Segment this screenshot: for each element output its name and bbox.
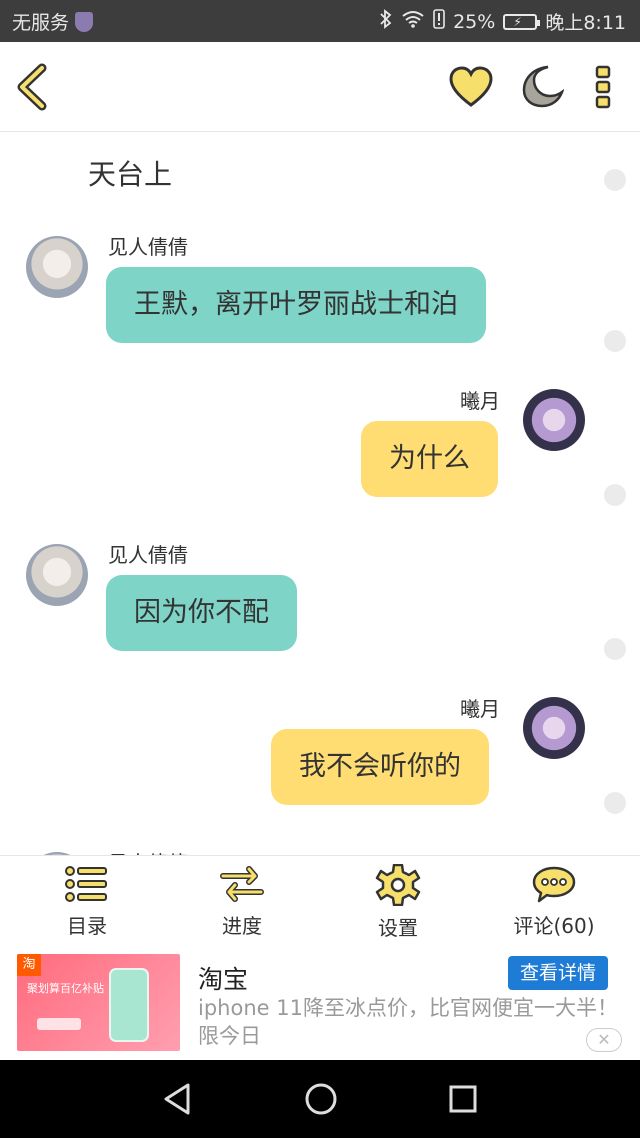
ad-description: iphone 11降至冰点价，比官网便宜一大半！限今日: [198, 996, 618, 1048]
speaker-name: 曦月: [460, 697, 500, 721]
avatar[interactable]: [523, 697, 585, 759]
nav-label: 评论(60): [513, 914, 595, 938]
clock: 晚上8:11: [545, 12, 626, 34]
battery-percent: 25%: [453, 10, 496, 33]
recents-square-icon[interactable]: [448, 1082, 478, 1116]
nav-settings[interactable]: 设置: [338, 864, 458, 941]
back-triangle-icon[interactable]: [162, 1082, 192, 1116]
message-bubble[interactable]: 王默，离开叶罗丽战士和泊: [106, 267, 486, 343]
swap-arrows-icon: [220, 866, 264, 902]
alert-icon: [433, 9, 445, 34]
speaker-name: 见人倩倩: [108, 847, 188, 855]
heart-icon[interactable]: [448, 66, 494, 108]
nav-comments[interactable]: 评论(60): [494, 864, 614, 939]
nav-progress[interactable]: 进度: [182, 864, 302, 939]
speaker-name: 曦月: [460, 389, 500, 413]
list-icon: [65, 866, 107, 902]
status-bar: 无服务 25% ⚡ 晚上8:11: [0, 0, 640, 42]
comment-dot[interactable]: [604, 638, 626, 660]
nav-catalog[interactable]: 目录: [27, 864, 147, 939]
ad-details-button[interactable]: 查看详情: [508, 956, 608, 990]
bottom-nav: 目录 进度 设置 评论(60): [0, 855, 640, 948]
message-bubble[interactable]: 因为你不配: [106, 575, 297, 651]
wifi-icon: [401, 10, 425, 33]
shield-icon: [75, 11, 94, 32]
home-circle-icon[interactable]: [304, 1082, 338, 1116]
ad-banner[interactable]: 淘 聚划算百亿补贴 淘宝 iphone 11降至冰点价，比官网便宜一大半！限今日…: [0, 948, 640, 1060]
phone-image: [109, 968, 149, 1042]
ad-image-text: 聚划算百亿补贴: [27, 982, 104, 995]
ad-image-button: [37, 1018, 81, 1030]
chapter-title: 天台上: [88, 158, 173, 191]
chat-area[interactable]: 天台上 见人倩倩 王默，离开叶罗丽战士和泊 曦月 为什么 见人倩倩 因为你不配 …: [0, 133, 640, 855]
comment-dot[interactable]: [604, 792, 626, 814]
more-icon[interactable]: [594, 64, 614, 110]
ad-close-button[interactable]: ✕: [586, 1028, 622, 1052]
moon-icon[interactable]: [520, 64, 565, 108]
comment-dot[interactable]: [604, 330, 626, 352]
nav-label: 进度: [222, 914, 262, 938]
back-icon[interactable]: [14, 62, 54, 112]
avatar[interactable]: [523, 389, 585, 451]
avatar[interactable]: [26, 544, 88, 606]
message-bubble[interactable]: 为什么: [361, 421, 498, 497]
speaker-name: 见人倩倩: [108, 543, 188, 567]
bluetooth-icon: [379, 9, 393, 34]
speaker-name: 见人倩倩: [108, 235, 188, 259]
avatar[interactable]: [26, 236, 88, 298]
gear-icon: [375, 864, 421, 906]
ad-image-tag: 淘: [17, 954, 41, 976]
comment-icon: [532, 866, 576, 903]
nav-label: 目录: [67, 914, 107, 938]
status-right: 25% ⚡ 晚上8:11: [379, 8, 626, 35]
status-left: 无服务: [12, 8, 94, 35]
carrier-label: 无服务: [12, 12, 70, 34]
comment-dot[interactable]: [604, 484, 626, 506]
ad-title: 淘宝: [198, 965, 249, 994]
comment-dot[interactable]: [604, 169, 626, 191]
reader-toolbar: [0, 42, 640, 132]
message-bubble[interactable]: 我不会听你的: [271, 729, 489, 805]
ad-image[interactable]: 淘 聚划算百亿补贴: [17, 954, 180, 1051]
battery-icon: ⚡: [503, 13, 541, 30]
system-nav-bar: [0, 1060, 640, 1138]
nav-label: 设置: [378, 916, 418, 940]
